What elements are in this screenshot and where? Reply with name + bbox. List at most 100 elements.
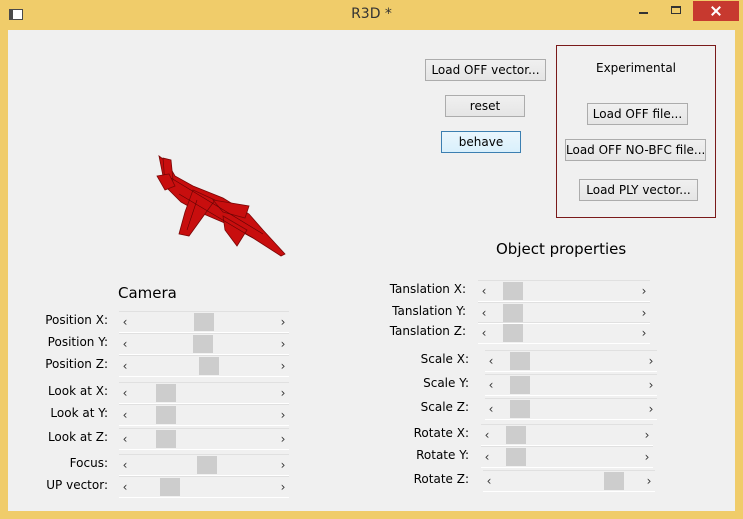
slider-label: Tanslation Z: bbox=[389, 324, 466, 338]
experimental-panel: Experimental Load OFF file... Load OFF N… bbox=[556, 45, 716, 218]
slider-label: Scale Z: bbox=[420, 400, 469, 414]
chevron-left-icon[interactable]: ‹ bbox=[478, 326, 490, 340]
slider-thumb[interactable] bbox=[510, 352, 530, 370]
chevron-right-icon[interactable]: › bbox=[277, 359, 289, 373]
slider-thumb[interactable] bbox=[503, 282, 523, 300]
chevron-left-icon[interactable]: ‹ bbox=[481, 450, 493, 464]
chevron-right-icon[interactable]: › bbox=[277, 408, 289, 422]
slider[interactable]: ‹ › bbox=[485, 350, 657, 372]
slider-thumb[interactable] bbox=[506, 426, 526, 444]
close-icon[interactable] bbox=[693, 1, 739, 21]
camera-title: Camera bbox=[118, 284, 177, 302]
chevron-left-icon[interactable]: ‹ bbox=[481, 428, 493, 442]
chevron-left-icon[interactable]: ‹ bbox=[119, 359, 131, 373]
slider[interactable]: ‹ › bbox=[481, 446, 653, 468]
reset-button[interactable]: reset bbox=[445, 95, 525, 117]
load-off-nobfc-button[interactable]: Load OFF NO-BFC file... bbox=[565, 139, 706, 161]
chevron-left-icon[interactable]: ‹ bbox=[478, 306, 490, 320]
chevron-right-icon[interactable]: › bbox=[645, 354, 657, 368]
chevron-left-icon[interactable]: ‹ bbox=[119, 408, 131, 422]
minimize-icon[interactable] bbox=[630, 1, 658, 21]
slider-label: Tanslation Y: bbox=[392, 304, 466, 318]
slider-thumb[interactable] bbox=[156, 384, 176, 402]
chevron-left-icon[interactable]: ‹ bbox=[485, 354, 497, 368]
slider-thumb[interactable] bbox=[604, 472, 624, 490]
slider-thumb[interactable] bbox=[193, 335, 213, 353]
slider-label: Rotate Y: bbox=[416, 448, 469, 462]
slider-thumb[interactable] bbox=[199, 357, 219, 375]
chevron-left-icon[interactable]: ‹ bbox=[119, 458, 131, 472]
slider-label: Position Y: bbox=[47, 335, 108, 349]
slider-thumb[interactable] bbox=[197, 456, 217, 474]
behave-button[interactable]: behave bbox=[441, 131, 521, 153]
object-properties-title: Object properties bbox=[496, 240, 627, 258]
chevron-left-icon[interactable]: ‹ bbox=[478, 284, 490, 298]
slider[interactable]: ‹ › bbox=[119, 311, 289, 333]
slider-label: Scale Y: bbox=[423, 376, 469, 390]
chevron-right-icon[interactable]: › bbox=[277, 432, 289, 446]
title-bar[interactable]: R3D * bbox=[0, 0, 743, 30]
chevron-left-icon[interactable]: ‹ bbox=[485, 402, 497, 416]
chevron-left-icon[interactable]: ‹ bbox=[483, 474, 495, 488]
slider-thumb[interactable] bbox=[156, 406, 176, 424]
chevron-left-icon[interactable]: ‹ bbox=[119, 386, 131, 400]
3d-viewport[interactable] bbox=[153, 150, 303, 260]
slider[interactable]: ‹ › bbox=[485, 398, 657, 420]
slider[interactable]: ‹ › bbox=[119, 382, 289, 404]
slider-thumb[interactable] bbox=[160, 478, 180, 496]
slider-thumb[interactable] bbox=[510, 400, 530, 418]
slider[interactable]: ‹ › bbox=[478, 280, 650, 302]
slider[interactable]: ‹ › bbox=[485, 374, 657, 396]
chevron-right-icon[interactable]: › bbox=[645, 402, 657, 416]
chevron-right-icon[interactable]: › bbox=[645, 378, 657, 392]
slider-label: Look at Y: bbox=[50, 406, 108, 420]
chevron-left-icon[interactable]: ‹ bbox=[119, 337, 131, 351]
slider[interactable]: ‹ › bbox=[119, 428, 289, 450]
slider-thumb[interactable] bbox=[194, 313, 214, 331]
chevron-right-icon[interactable]: › bbox=[277, 480, 289, 494]
chevron-right-icon[interactable]: › bbox=[641, 450, 653, 464]
slider-label: Focus: bbox=[69, 456, 108, 470]
slider-thumb[interactable] bbox=[503, 324, 523, 342]
slider[interactable]: ‹ › bbox=[119, 355, 289, 377]
slider[interactable]: ‹ › bbox=[119, 454, 289, 476]
chevron-left-icon[interactable]: ‹ bbox=[119, 480, 131, 494]
chevron-right-icon[interactable]: › bbox=[638, 306, 650, 320]
chevron-right-icon[interactable]: › bbox=[643, 474, 655, 488]
load-ply-vector-button[interactable]: Load PLY vector... bbox=[579, 179, 698, 201]
slider[interactable]: ‹ › bbox=[119, 404, 289, 426]
slider-label: Position X: bbox=[45, 313, 108, 327]
chevron-left-icon[interactable]: ‹ bbox=[485, 378, 497, 392]
slider[interactable]: ‹ › bbox=[119, 333, 289, 355]
load-off-vector-button[interactable]: Load OFF vector... bbox=[425, 59, 546, 81]
chevron-right-icon[interactable]: › bbox=[641, 428, 653, 442]
chevron-left-icon[interactable]: ‹ bbox=[119, 432, 131, 446]
slider-label: Rotate X: bbox=[413, 426, 469, 440]
slider-thumb[interactable] bbox=[506, 448, 526, 466]
slider[interactable]: ‹ › bbox=[478, 322, 650, 344]
slider-label: Rotate Z: bbox=[413, 472, 469, 486]
slider-thumb[interactable] bbox=[510, 376, 530, 394]
slider-label: Position Z: bbox=[45, 357, 108, 371]
chevron-right-icon[interactable]: › bbox=[638, 284, 650, 298]
slider-label: UP vector: bbox=[46, 478, 108, 492]
slider-thumb[interactable] bbox=[503, 304, 523, 322]
chevron-right-icon[interactable]: › bbox=[277, 315, 289, 329]
load-off-file-button[interactable]: Load OFF file... bbox=[587, 103, 688, 125]
slider-label: Look at X: bbox=[47, 384, 108, 398]
chevron-right-icon[interactable]: › bbox=[638, 326, 650, 340]
chevron-left-icon[interactable]: ‹ bbox=[119, 315, 131, 329]
maximize-icon[interactable] bbox=[662, 1, 690, 21]
slider[interactable]: ‹ › bbox=[119, 476, 289, 498]
slider[interactable]: ‹ › bbox=[481, 424, 653, 446]
app-window: R3D * Load OFF vector... reset behave Ex… bbox=[0, 0, 743, 519]
slider-thumb[interactable] bbox=[156, 430, 176, 448]
slider[interactable]: ‹ › bbox=[478, 302, 650, 324]
chevron-right-icon[interactable]: › bbox=[277, 458, 289, 472]
experimental-title: Experimental bbox=[595, 61, 677, 75]
slider[interactable]: ‹ › bbox=[483, 470, 655, 492]
slider-label: Scale X: bbox=[420, 352, 469, 366]
chevron-right-icon[interactable]: › bbox=[277, 386, 289, 400]
client-area: Load OFF vector... reset behave Experime… bbox=[8, 30, 735, 511]
chevron-right-icon[interactable]: › bbox=[277, 337, 289, 351]
